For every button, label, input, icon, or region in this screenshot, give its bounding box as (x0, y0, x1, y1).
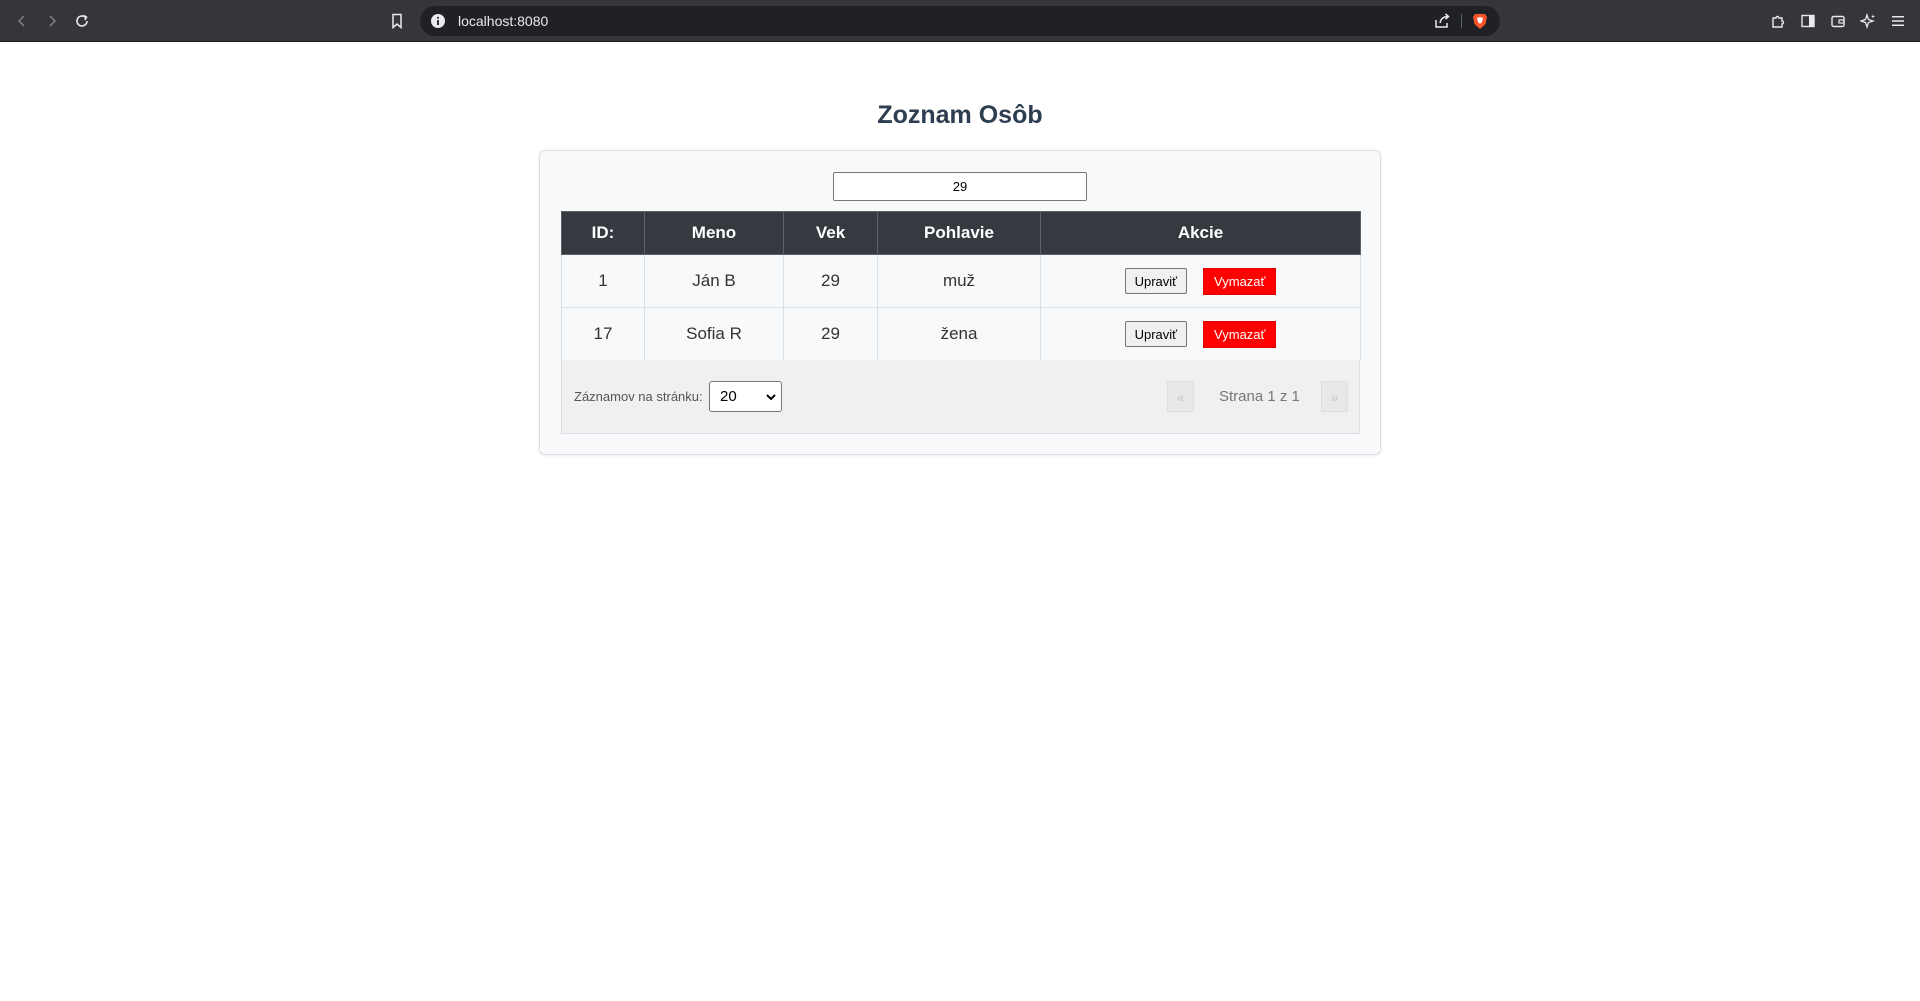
cell-name: Ján B (644, 254, 784, 308)
delete-button[interactable]: Vymazať (1203, 267, 1277, 295)
cell-actions: Upraviť Vymazať (1040, 254, 1361, 308)
cell-id: 1 (561, 254, 645, 308)
puzzle-icon (1772, 15, 1785, 28)
edit-button[interactable]: Upraviť (1124, 268, 1188, 294)
address-bar[interactable]: localhost:8080 (420, 6, 1500, 36)
pagination-bar: Záznamov na stránku: 20 « Strana 1 z 1 » (561, 360, 1360, 434)
cell-age: 29 (783, 307, 878, 361)
sparkle-icon (1860, 13, 1876, 29)
page-info: Strana 1 z 1 (1219, 388, 1300, 405)
table-row: 1 Ján B 29 muž Upraviť Vymazať (561, 254, 1361, 308)
reload-button[interactable] (70, 9, 94, 33)
browser-toolbar: localhost:8080 (0, 0, 1920, 42)
forward-button[interactable] (40, 9, 64, 33)
per-page-value: 20 (720, 388, 737, 405)
url-divider (1461, 14, 1462, 28)
edit-button[interactable]: Upraviť (1124, 321, 1188, 347)
header-gender: Pohlavie (877, 211, 1041, 255)
leo-ai-button[interactable] (1856, 9, 1880, 33)
cell-actions: Upraviť Vymazať (1040, 307, 1361, 361)
chevron-right-icon (49, 15, 57, 27)
sidebar-button[interactable] (1796, 9, 1820, 33)
chevron-down-icon (766, 394, 776, 401)
cell-age: 29 (783, 254, 878, 308)
header-id: ID: (561, 211, 645, 255)
per-page-label: Záznamov na stránku: (574, 389, 703, 404)
menu-button[interactable] (1886, 9, 1910, 33)
wallet-button[interactable] (1826, 9, 1850, 33)
hamburger-menu-icon (1892, 16, 1904, 26)
search-input[interactable] (833, 172, 1087, 201)
table-row: 17 Sofia R 29 žena Upraviť Vymazať (561, 307, 1361, 361)
cell-gender: muž (877, 254, 1041, 308)
cell-id: 17 (561, 307, 645, 361)
people-card: ID: Meno Vek Pohlavie Akcie 1 Ján B 29 m… (539, 150, 1381, 455)
next-page-button[interactable]: » (1321, 381, 1348, 412)
bookmark-icon (392, 13, 402, 29)
header-age: Vek (783, 211, 878, 255)
delete-button[interactable]: Vymazať (1203, 320, 1277, 348)
header-name: Meno (644, 211, 784, 255)
people-table: ID: Meno Vek Pohlavie Akcie 1 Ján B 29 m… (561, 211, 1361, 361)
url-text[interactable]: localhost:8080 (458, 13, 548, 29)
row-actions: Upraviť Vymazať (1041, 320, 1360, 348)
chevron-left-icon (17, 15, 25, 27)
cell-gender: žena (877, 307, 1041, 361)
back-button[interactable] (10, 9, 34, 33)
cell-name: Sofia R (644, 307, 784, 361)
sidebar-icon (1801, 14, 1815, 28)
wallet-icon (1831, 15, 1845, 28)
brave-shield-icon[interactable] (1470, 11, 1490, 31)
table-header-row: ID: Meno Vek Pohlavie Akcie (561, 211, 1361, 255)
page-title: Zoznam Osôb (877, 101, 1043, 129)
info-icon[interactable] (430, 13, 446, 29)
row-actions: Upraviť Vymazať (1041, 267, 1360, 295)
share-icon[interactable] (1432, 11, 1452, 31)
per-page-select[interactable]: 20 (709, 381, 782, 412)
reload-icon (76, 14, 88, 27)
bookmark-button[interactable] (385, 9, 409, 33)
prev-page-button[interactable]: « (1167, 381, 1194, 412)
extensions-button[interactable] (1766, 9, 1790, 33)
header-actions: Akcie (1040, 211, 1361, 255)
